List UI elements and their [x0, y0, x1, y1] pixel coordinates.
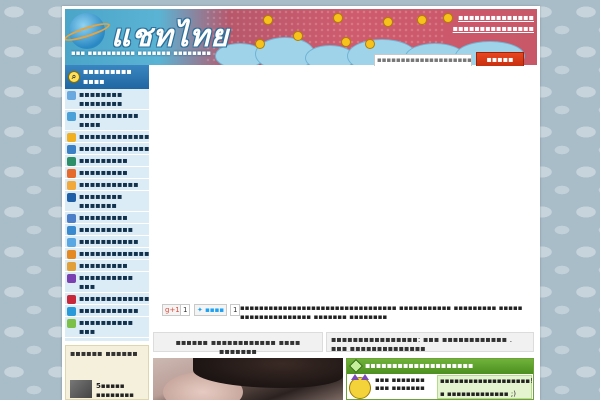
sidebar-item[interactable]: ▪▪▪▪▪▪▪▪▪	[65, 260, 149, 272]
sidebar-item[interactable]: ▪▪▪▪▪▪▪▪ ▪▪▪▪▪▪▪▪	[65, 89, 149, 110]
menu-item-icon	[67, 181, 76, 190]
sidebar-item[interactable]: ▪▪▪▪▪▪▪▪▪▪▪▪▪	[65, 143, 149, 155]
breadcrumb-prefix: ▪▪▪▪▪▪▪▪▪▪▪▪▪▪▪▪:	[331, 335, 423, 344]
content-area	[153, 66, 531, 300]
thumbnail-image[interactable]	[70, 380, 92, 398]
sidebar-item[interactable]: ▪▪▪▪▪▪▪▪▪▪▪	[65, 305, 149, 317]
sidebar-item[interactable]: ▪▪▪▪▪▪▪▪▪	[65, 167, 149, 179]
menu-item-icon	[67, 238, 76, 247]
sidebar-header: ⌕ ▪▪▪▪▪▪▪▪▪ ▪▪▪▪	[65, 65, 149, 89]
sidebar-item[interactable]: ▪▪▪▪▪▪▪▪▪▪▪▪▪	[65, 293, 149, 305]
sidebar-item-label: ▪▪▪▪▪▪▪▪ ▪▪▪▪▪▪▪	[79, 192, 123, 210]
smiley-icon	[333, 13, 343, 23]
chat-username[interactable]: ▪▪▪ ▪▪▪▪▪▪▪ ▪▪▪ ▪▪▪▪▪▪▪	[375, 376, 437, 392]
search-magnifier-icon: ⌕	[68, 71, 80, 83]
smiley-icon	[341, 37, 351, 47]
twitter-bird-icon: ✦	[197, 306, 203, 314]
chat-message-line1: ▪▪▪▪▪▪▪▪▪▪▪▪▪▪▪▪▪▪▪!	[440, 377, 533, 385]
sidebar-item-label: ▪▪▪▪▪▪▪▪▪▪	[79, 225, 134, 234]
sidebar-item[interactable]: ▪▪▪▪▪▪▪▪▪	[65, 212, 149, 224]
chat-panel-title: ▪▪▪▪▪▪▪▪▪▪▪▪▪▪▪▪▪▪▪▪	[365, 361, 474, 370]
breadcrumb-right: ▪▪▪▪▪▪▪▪▪▪▪▪▪▪▪▪: ▪▪▪ ▪▪▪▪▪▪▪▪▪▪▪▪ . ▪▪▪…	[326, 332, 534, 353]
menu-item-icon	[67, 295, 76, 304]
header-account-link[interactable]: ▪▪▪▪▪▪▪▪▪▪▪▪▪▪ ▪▪▪▪▪▪▪▪▪▪▪▪▪▪▪	[448, 12, 534, 34]
sidebar-item-label: ▪▪▪▪▪▪▪▪▪	[79, 213, 128, 222]
smiley-icon	[417, 15, 427, 25]
page-container: แชทไทย ▪▪▪ ▪▪▪▪▪▪▪▪▪▪ ▪▪▪▪▪▪▪ ▪▪▪▪▪▪▪▪ ▪▪…	[62, 6, 540, 400]
sidebar-item[interactable]: ▪▪▪▪▪▪▪▪▪▪ ▪▪▪	[65, 272, 149, 293]
sidebar-item[interactable]: ▪▪▪▪▪▪▪▪▪▪ ▪▪▪	[65, 317, 149, 338]
sidebar-list: ▪▪▪▪▪▪▪▪ ▪▪▪▪▪▪▪▪ ▪▪▪▪▪▪▪▪▪▪▪ ▪▪▪▪ ▪▪▪▪▪▪▪…	[65, 89, 149, 338]
recent-item-link[interactable]: 5▪▪▪▪▪ ▪▪▪▪▪▪▪▪ ▪▪▪▪▪▪	[96, 382, 146, 400]
site-tagline: ▪▪▪ ▪▪▪▪▪▪▪▪▪▪ ▪▪▪▪▪▪▪ ▪▪▪▪▪▪▪▪▪▪▪ ▪▪▪▪▪…	[71, 49, 211, 57]
sidebar-item-label: ▪▪▪▪▪▪▪▪▪▪▪	[79, 306, 139, 315]
chat-message: ▪▪▪▪▪▪▪▪▪▪▪▪▪▪▪▪▪▪▪! ▪ ▪▪▪▪▪▪▪▪▪▪▪▪▪ ;)	[437, 375, 533, 399]
sidebar-item-label: ▪▪▪▪▪▪▪▪▪▪▪▪▪	[79, 249, 150, 258]
chat-panel-header: ▪▪▪▪▪▪▪▪▪▪▪▪▪▪▪▪▪▪▪▪	[347, 358, 533, 374]
menu-item-icon	[67, 226, 76, 235]
sidebar-item[interactable]: ▪▪▪▪▪▪▪▪▪▪▪	[65, 179, 149, 191]
smiley-icon	[263, 15, 273, 25]
sidebar-item[interactable]: ▪▪▪▪▪▪▪▪▪▪▪ ▪▪▪▪	[65, 110, 149, 131]
sidebar-item[interactable]: ▪▪▪▪▪▪▪▪▪▪▪▪▪	[65, 131, 149, 143]
recent-box-title: ▪▪▪▪▪▪ ▪▪▪▪▪▪	[70, 349, 138, 358]
menu-item-icon	[67, 133, 76, 142]
menu-item-icon	[67, 157, 76, 166]
sidebar-item-label: ▪▪▪▪▪▪▪▪▪	[79, 156, 128, 165]
sidebar-item[interactable]: ▪▪▪▪▪▪▪▪▪▪▪▪▪	[65, 248, 149, 260]
sidebar-item-label: ▪▪▪▪▪▪▪▪▪	[79, 168, 128, 177]
smiley-icon	[255, 39, 265, 49]
menu-item-icon	[67, 193, 76, 202]
tweet-button[interactable]: ✦ ▪▪▪▪	[194, 304, 228, 316]
sidebar-item-label: ▪▪▪▪▪▪▪▪ ▪▪▪▪▪▪▪▪	[79, 90, 123, 108]
menu-item-icon	[67, 214, 76, 223]
sidebar-item-label: ▪▪▪▪▪▪▪▪▪▪ ▪▪▪	[79, 318, 134, 336]
sidebar-item[interactable]: ▪▪▪▪▪▪▪▪▪	[65, 155, 149, 167]
like-count: 1	[230, 304, 241, 316]
sidebar-item[interactable]: ▪▪▪▪▪▪▪▪▪▪▪	[65, 236, 149, 248]
menu-item-icon	[67, 274, 76, 283]
chat-message-line2: ▪ ▪▪▪▪▪▪▪▪▪▪▪▪▪ ;)	[440, 390, 516, 398]
sidebar-item-label: ▪▪▪▪▪▪▪▪▪	[79, 261, 128, 270]
share-description: ▪▪▪▪▪▪▪▪▪▪▪▪▪▪▪▪▪▪▪▪▪▪▪▪▪▪▪▪▪▪▪▪▪ ▪▪▪▪▪▪…	[240, 304, 523, 321]
sidebar-title: ▪▪▪▪▪▪▪▪▪ ▪▪▪▪	[83, 67, 132, 86]
menu-item-icon	[67, 307, 76, 316]
sidebar-item[interactable]: ▪▪▪▪▪▪▪▪ ▪▪▪▪▪▪▪	[65, 191, 149, 212]
breadcrumb-bold-link[interactable]: ▪▪▪ ▪▪▪▪▪▪▪▪▪▪▪▪	[423, 335, 507, 344]
diamond-icon	[348, 358, 364, 374]
menu-item-icon	[67, 319, 76, 328]
sidebar-menu: ⌕ ▪▪▪▪▪▪▪▪▪ ▪▪▪▪ ▪▪▪▪▪▪▪▪ ▪▪▪▪▪▪▪▪ ▪▪▪▪▪▪…	[65, 65, 149, 341]
menu-item-icon	[67, 145, 76, 154]
tweet-label: ▪▪▪▪	[205, 306, 225, 314]
share-bar: g+1 1 ✦ ▪▪▪▪ 1 ▪▪▪▪▪▪▪▪▪▪▪▪▪▪▪▪▪▪▪▪▪▪▪▪▪…	[162, 304, 534, 328]
smiley-icon	[293, 31, 303, 41]
chat-panel: ▪▪▪▪▪▪▪▪▪▪▪▪▪▪▪▪▪▪▪▪ ▪▪▪ ▪▪▪▪▪▪▪ ▪▪▪ ▪▪▪…	[346, 358, 534, 400]
breadcrumb-left[interactable]: ▪▪▪▪▪▪ ▪▪▪▪▪▪▪▪▪▪▪▪ ▪▪▪▪ ▪▪▪▪▪▪▪	[153, 332, 323, 356]
sidebar-item-label: ▪▪▪▪▪▪▪▪▪▪▪ ▪▪▪▪	[79, 111, 139, 129]
sidebar-item-label: ▪▪▪▪▪▪▪▪▪▪▪▪▪	[79, 132, 150, 141]
menu-item-icon	[67, 250, 76, 259]
menu-item-icon	[67, 262, 76, 271]
google-plus-count: 1	[180, 304, 191, 316]
search-button[interactable]: ▪▪▪▪▪	[476, 52, 524, 67]
featured-photo[interactable]	[153, 358, 343, 400]
sidebar-item-label: ▪▪▪▪▪▪▪▪▪▪▪	[79, 180, 139, 189]
smiley-icon	[383, 17, 393, 27]
sidebar-recent-box: ▪▪▪▪▪▪ ▪▪▪▪▪▪ 5▪▪▪▪▪ ▪▪▪▪▪▪▪▪ ▪▪▪▪▪▪	[65, 345, 149, 400]
smiley-icon	[365, 39, 375, 49]
menu-item-icon	[67, 91, 76, 100]
sidebar-item[interactable]: ▪▪▪▪▪▪▪▪▪▪	[65, 224, 149, 236]
sidebar-item-label: ▪▪▪▪▪▪▪▪▪▪▪	[79, 237, 139, 246]
sidebar-item-label: ▪▪▪▪▪▪▪▪▪▪ ▪▪▪	[79, 273, 134, 291]
menu-item-icon	[67, 112, 76, 121]
sidebar-item-label: ▪▪▪▪▪▪▪▪▪▪▪▪▪	[79, 144, 150, 153]
sidebar-item-label: ▪▪▪▪▪▪▪▪▪▪▪▪▪	[79, 294, 150, 303]
menu-item-icon	[67, 169, 76, 178]
cat-avatar-icon[interactable]	[349, 374, 371, 399]
